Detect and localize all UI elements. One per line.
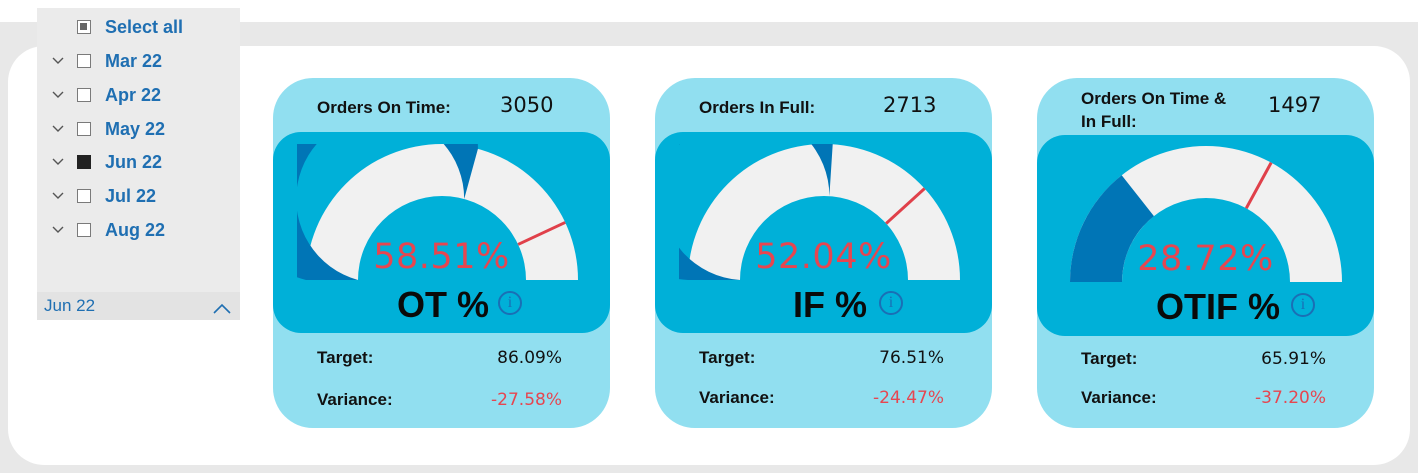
- target-label: Target:: [317, 348, 374, 367]
- card-header-value: 2713: [883, 93, 937, 117]
- chevron-down-icon[interactable]: [51, 88, 65, 102]
- if-card: Orders In Full: 2713 52.04% IF % i Targe…: [655, 78, 992, 428]
- slicer-item-may-22[interactable]: May 22: [37, 114, 240, 144]
- otif-card: Orders On Time & In Full: 1497 28.72% OT…: [1037, 78, 1374, 428]
- slicer-item-jul-22[interactable]: Jul 22: [37, 181, 240, 211]
- chevron-down-icon[interactable]: [51, 223, 65, 237]
- checkbox-icon[interactable]: [77, 223, 91, 237]
- variance-label: Variance:: [699, 388, 775, 407]
- chevron-down-icon[interactable]: [51, 155, 65, 169]
- variance-value: -37.20%: [1255, 388, 1326, 408]
- card-header-label: Orders In Full:: [699, 98, 816, 117]
- slicer-item-label: Jul 22: [105, 186, 157, 206]
- gauge-percent: 28.72%: [1137, 239, 1274, 279]
- card-header-value: 1497: [1268, 93, 1322, 117]
- metric-label: OT %: [397, 284, 490, 325]
- chevron-down-icon[interactable]: [51, 189, 65, 203]
- variance-label: Variance:: [1081, 388, 1157, 407]
- info-icon[interactable]: i: [879, 291, 903, 315]
- card-header-label: Orders On Time:: [317, 98, 451, 117]
- gauge-percent: 58.51%: [373, 237, 510, 277]
- ot-card: Orders On Time: 3050 58.51% OT % i Targe…: [273, 78, 610, 428]
- slicer-dropdown-header[interactable]: Jun 22: [37, 292, 240, 320]
- slicer-item-label: Jun 22: [105, 152, 163, 172]
- chevron-down-icon[interactable]: [51, 122, 65, 136]
- checkbox-icon[interactable]: [77, 155, 91, 169]
- card-header-label-line2: In Full:: [1081, 112, 1137, 131]
- gauge-percent: 52.04%: [755, 237, 892, 277]
- variance-label: Variance:: [317, 390, 393, 409]
- variance-value: -27.58%: [491, 390, 562, 410]
- slicer-item-label: May 22: [105, 119, 166, 139]
- checkbox-icon[interactable]: [77, 54, 91, 68]
- checkbox-icon[interactable]: [77, 122, 91, 136]
- slicer-item-label: Aug 22: [105, 220, 166, 240]
- target-label: Target:: [1081, 349, 1138, 368]
- slicer-item-mar-22[interactable]: Mar 22: [37, 46, 240, 76]
- slicer-item-label: Apr 22: [105, 85, 162, 105]
- info-icon[interactable]: i: [1291, 293, 1315, 317]
- target-value: 65.91%: [1261, 349, 1326, 369]
- select-all-checkbox[interactable]: [77, 20, 91, 34]
- slicer-item-label: Mar 22: [105, 51, 163, 71]
- target-label: Target:: [699, 348, 756, 367]
- metric-label: OTIF %: [1156, 286, 1280, 327]
- select-all-label: Select all: [105, 17, 184, 37]
- card-header-value: 3050: [500, 93, 554, 117]
- info-icon[interactable]: i: [498, 291, 522, 315]
- select-all-row[interactable]: Select all: [37, 12, 240, 42]
- slicer-item-apr-22[interactable]: Apr 22: [37, 80, 240, 110]
- slicer-item-jun-22[interactable]: Jun 22: [37, 147, 240, 177]
- variance-value: -24.47%: [873, 388, 944, 408]
- slicer-selected-value: Jun 22: [44, 296, 96, 315]
- chevron-up-icon[interactable]: [213, 299, 231, 318]
- chevron-down-icon[interactable]: [51, 54, 65, 68]
- slicer-item-aug-22[interactable]: Aug 22: [37, 215, 240, 245]
- checkbox-icon[interactable]: [77, 189, 91, 203]
- checkbox-icon[interactable]: [77, 88, 91, 102]
- target-value: 76.51%: [879, 348, 944, 368]
- metric-label: IF %: [793, 284, 868, 325]
- target-value: 86.09%: [497, 348, 562, 368]
- month-slicer: Select all Mar 22 Apr 22 May 22 Jun 22 J…: [37, 8, 240, 320]
- card-header-label-line1: Orders On Time &: [1081, 89, 1227, 108]
